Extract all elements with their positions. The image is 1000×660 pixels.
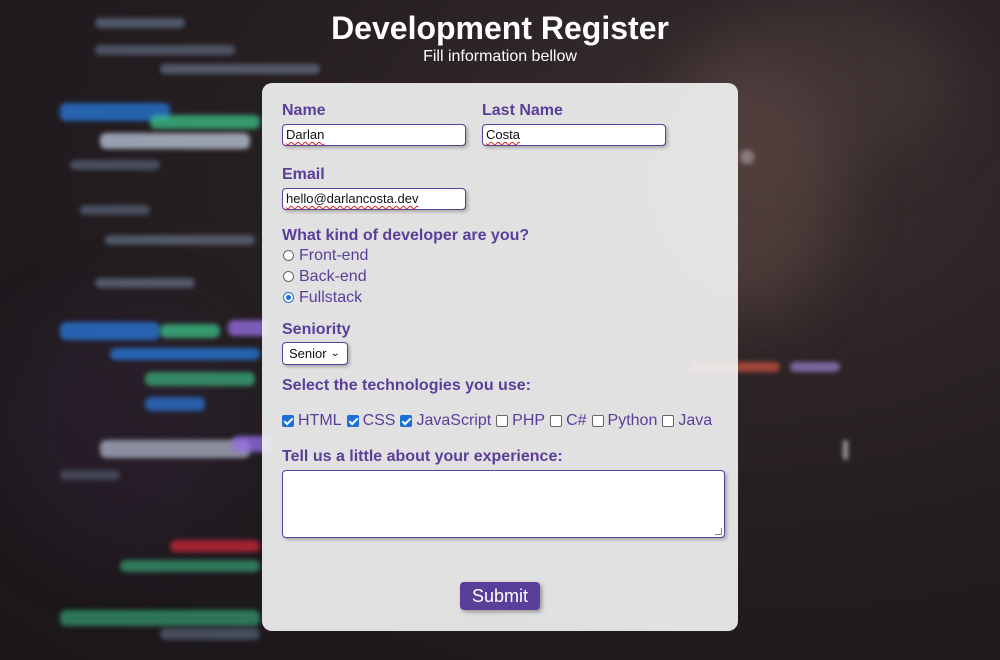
seniority-select[interactable]: Senior ⌄ xyxy=(282,342,348,365)
last-name-input-value: Costa xyxy=(486,127,520,142)
developer-type-label: What kind of developer are you? xyxy=(282,227,530,244)
chevron-down-icon: ⌄ xyxy=(329,348,340,359)
radio-back-end-label: Back-end xyxy=(299,268,367,285)
technologies-label: Select the technologies you use: xyxy=(282,377,531,394)
page-subtitle: Fill information bellow xyxy=(423,48,577,65)
technologies-field: Select the technologies you use: HTML CS… xyxy=(282,377,718,430)
tech-html-checkbox[interactable] xyxy=(282,415,294,427)
tech-csharp-label: C# xyxy=(566,412,587,429)
tech-python-label: Python xyxy=(607,412,658,429)
tech-php-checkbox[interactable] xyxy=(496,415,509,427)
name-label: Name xyxy=(282,102,326,119)
tech-html[interactable]: HTML xyxy=(282,412,342,430)
email-input[interactable]: hello@darlancosta.dev xyxy=(282,188,466,210)
page-title: Development Register xyxy=(331,10,669,46)
radio-fullstack-control[interactable] xyxy=(283,292,294,303)
tech-php[interactable]: PHP xyxy=(496,412,545,430)
tech-javascript[interactable]: JavaScript xyxy=(400,412,491,430)
tech-html-label: HTML xyxy=(298,412,342,429)
name-field: Name Darlan xyxy=(282,102,466,146)
technologies-options: HTML CSS JavaScript PHP C# Python Java xyxy=(282,412,718,430)
tech-java[interactable]: Java xyxy=(662,412,712,430)
resize-handle-icon[interactable] xyxy=(715,528,722,535)
tech-css[interactable]: CSS xyxy=(346,412,396,430)
last-name-field: Last Name Costa xyxy=(482,102,666,146)
submit-button[interactable]: Submit xyxy=(459,582,541,610)
radio-back-end-control[interactable] xyxy=(283,271,294,282)
tech-css-label: CSS xyxy=(362,412,396,429)
tech-python[interactable]: Python xyxy=(591,412,658,430)
tech-javascript-checkbox[interactable] xyxy=(400,415,413,427)
name-input[interactable]: Darlan xyxy=(282,124,466,146)
tech-php-label: PHP xyxy=(512,412,546,429)
radio-fullstack[interactable]: Fullstack xyxy=(282,287,718,308)
email-label: Email xyxy=(282,166,325,183)
radio-front-end-label: Front-end xyxy=(299,247,369,264)
seniority-selected-value: Senior xyxy=(289,346,327,361)
tech-java-checkbox[interactable] xyxy=(662,415,675,427)
tech-csharp-checkbox[interactable] xyxy=(550,415,563,427)
tech-css-checkbox[interactable] xyxy=(346,415,359,427)
experience-field: Tell us a little about your experience: xyxy=(282,448,725,538)
developer-type-field: What kind of developer are you? Front-en… xyxy=(282,227,718,308)
tech-javascript-label: JavaScript xyxy=(416,412,492,429)
tech-java-label: Java xyxy=(678,412,713,429)
submit-wrap: Submit xyxy=(262,582,738,610)
experience-textarea[interactable] xyxy=(282,470,725,538)
tech-csharp[interactable]: C# xyxy=(550,412,587,430)
experience-label: Tell us a little about your experience: xyxy=(282,448,563,465)
radio-back-end[interactable]: Back-end xyxy=(282,266,718,287)
email-field: Email hello@darlancosta.dev xyxy=(282,166,718,210)
radio-fullstack-label: Fullstack xyxy=(299,289,363,306)
register-form: Name Darlan Last Name Costa Email hello@… xyxy=(262,83,738,631)
last-name-label: Last Name xyxy=(482,102,563,119)
page-header: Development Register Fill information be… xyxy=(0,8,1000,66)
name-input-value: Darlan xyxy=(286,127,325,142)
tech-python-checkbox[interactable] xyxy=(591,415,604,427)
last-name-input[interactable]: Costa xyxy=(482,124,666,146)
name-row: Name Darlan Last Name Costa xyxy=(282,102,718,146)
radio-front-end-control[interactable] xyxy=(283,250,294,261)
seniority-field: Seniority Senior ⌄ xyxy=(282,321,718,365)
seniority-label: Seniority xyxy=(282,321,351,338)
radio-front-end[interactable]: Front-end xyxy=(282,245,718,266)
email-input-value: hello@darlancosta.dev xyxy=(286,191,419,206)
